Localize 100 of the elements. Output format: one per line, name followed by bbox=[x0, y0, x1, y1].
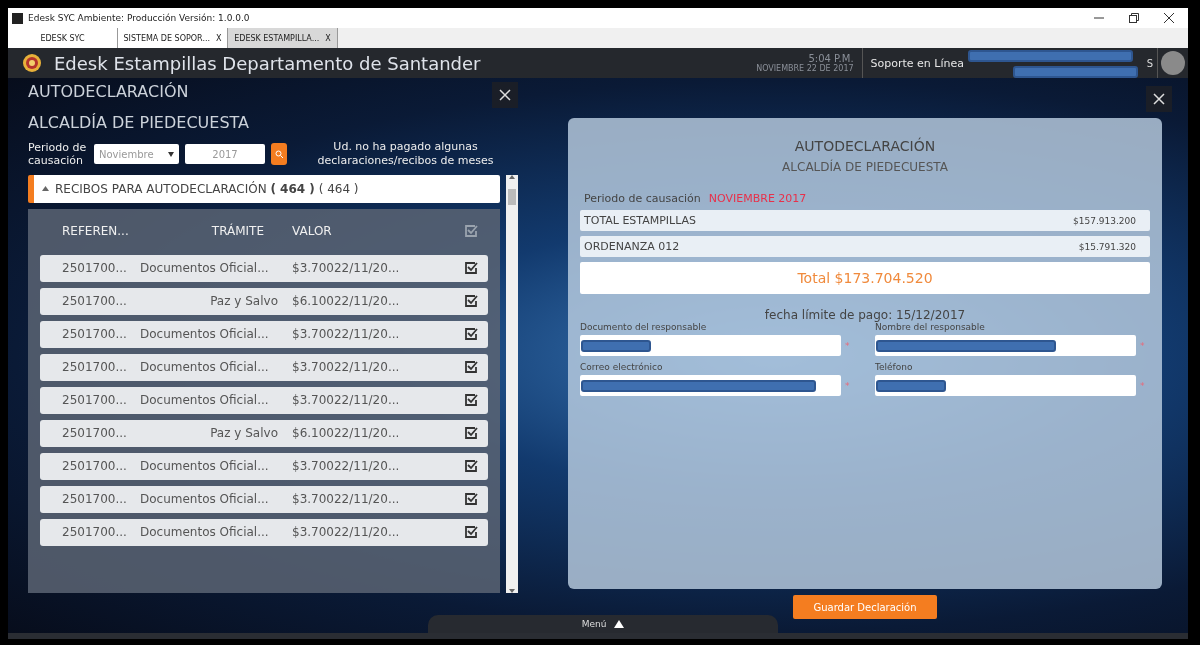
checked-checkbox-icon[interactable] bbox=[464, 459, 478, 474]
table-cell-text: 2501700... bbox=[62, 492, 128, 507]
receipt-row[interactable]: 2501700... Documentos Oficial... $3.70022/11/20... bbox=[40, 353, 488, 381]
table-cell-text: $3.70022/11/20... bbox=[292, 327, 401, 342]
field-label: Nombre del responsable bbox=[875, 322, 986, 332]
table-cell-text: $6.10022/11/20... bbox=[292, 294, 401, 309]
field-label: Documento del responsable bbox=[580, 322, 708, 332]
receipt-row[interactable]: 2501700... Paz y Salvo $6.10022/11/20... bbox=[40, 287, 488, 315]
table-cell-text: 2501700... bbox=[62, 393, 128, 408]
panel-subtitle: ALCALDÍA DE PIEDECUESTA bbox=[28, 113, 249, 132]
table-cell-text: 2501700... bbox=[62, 525, 128, 540]
search-button[interactable] bbox=[271, 143, 287, 166]
field-label: Teléfono bbox=[875, 362, 914, 372]
required-mark: * bbox=[1140, 380, 1146, 391]
menu-button[interactable]: Menú bbox=[428, 615, 778, 633]
period-label: Periodo de causación bbox=[584, 192, 701, 205]
scroll-down-icon[interactable] bbox=[509, 589, 515, 593]
close-button[interactable] bbox=[492, 82, 518, 108]
receipt-row[interactable]: 2501700... Documentos Oficial... $3.70022/11/20... bbox=[40, 518, 488, 546]
table-cell-text: Documentos Oficial... bbox=[140, 327, 270, 342]
tab-close-button[interactable]: X bbox=[325, 33, 331, 43]
amount-value: $15.791.320 bbox=[1078, 241, 1136, 252]
avatar[interactable] bbox=[1161, 51, 1185, 75]
triangle-up-icon bbox=[614, 620, 625, 628]
scroll-up-icon[interactable] bbox=[509, 174, 515, 179]
table-cell-text: 2501700... bbox=[62, 426, 128, 441]
notice-text: Ud. no ha pagado algunas declaraciones/recibos de meses bbox=[316, 140, 495, 169]
close-icon bbox=[1164, 13, 1174, 23]
required-mark: * bbox=[845, 340, 851, 351]
scrollbar[interactable] bbox=[506, 174, 518, 593]
table-cell-text: 2501700... bbox=[62, 327, 128, 342]
table-cell-text: $3.70022/11/20... bbox=[292, 261, 401, 276]
table-cell-text: Documentos Oficial... bbox=[140, 525, 270, 540]
table-cell-text: $3.70022/11/20... bbox=[292, 459, 401, 474]
table-cell-text: $3.70022/11/20... bbox=[292, 492, 401, 507]
input-field[interactable] bbox=[875, 335, 1136, 356]
checked-checkbox-icon[interactable] bbox=[464, 492, 478, 507]
table-cell-text: Documentos Oficial... bbox=[140, 459, 270, 474]
app-title: Edesk Estampillas Departamento de Santander bbox=[54, 52, 482, 74]
receipt-row[interactable]: 2501700... Documentos Oficial... $3.70022/11/20... bbox=[40, 386, 488, 414]
checked-checkbox-icon[interactable] bbox=[464, 360, 478, 375]
clock-time: 5:04 P.M. bbox=[808, 53, 854, 64]
tab[interactable]: EDESK ESTAMPILLA... X bbox=[228, 28, 338, 48]
tab[interactable]: EDESK SYC bbox=[8, 28, 118, 48]
period-label: Periodo de causación bbox=[28, 141, 88, 168]
receipt-row[interactable]: 2501700... Documentos Oficial... $3.70022/11/20... bbox=[40, 485, 488, 513]
input-field[interactable] bbox=[580, 335, 841, 356]
amount-value: $157.913.200 bbox=[1073, 215, 1136, 226]
amount-label: ORDENANZA 012 bbox=[584, 240, 680, 253]
search-icon bbox=[275, 150, 283, 159]
required-mark: * bbox=[845, 380, 851, 391]
checked-checkbox-icon[interactable] bbox=[464, 261, 478, 276]
column-header: VALOR bbox=[292, 223, 333, 238]
checked-checkbox-icon[interactable] bbox=[464, 525, 478, 540]
required-mark: * bbox=[1140, 340, 1146, 351]
scroll-thumb[interactable] bbox=[508, 188, 516, 205]
table-cell-text: Paz y Salvo bbox=[209, 294, 279, 309]
total-amount: Total $173.704.520 bbox=[580, 262, 1150, 294]
receipt-row[interactable]: 2501700... Paz y Salvo $6.10022/11/20... bbox=[40, 419, 488, 447]
clock-date: NOVIEMBRE 22 DE 2017 bbox=[756, 64, 854, 73]
table-cell-text: Documentos Oficial... bbox=[140, 360, 270, 375]
table-cell-text: $3.70022/11/20... bbox=[292, 360, 401, 375]
column-header: REFEREN... bbox=[62, 223, 130, 238]
table-cell-text: Paz y Salvo bbox=[209, 426, 279, 441]
checked-checkbox-icon[interactable] bbox=[464, 327, 478, 342]
table-cell-text: 2501700... bbox=[62, 360, 128, 375]
window-title: Edesk SYC Ambiente: Producción Versión: 1.0.0.0 bbox=[28, 13, 251, 23]
redaction-bar bbox=[876, 379, 946, 392]
input-field[interactable] bbox=[580, 375, 841, 396]
checked-checkbox-icon[interactable] bbox=[464, 393, 478, 408]
tab-close-button[interactable]: X bbox=[216, 33, 222, 43]
checked-checkbox-icon[interactable] bbox=[464, 294, 478, 309]
receipt-row[interactable]: 2501700... Documentos Oficial... $3.70022/11/20... bbox=[40, 254, 488, 282]
table-cell-text: $3.70022/11/20... bbox=[292, 525, 401, 540]
table-cell-text: $6.10022/11/20... bbox=[292, 426, 401, 441]
table-cell-text: Documentos Oficial... bbox=[140, 393, 270, 408]
table-cell-text: 2501700... bbox=[62, 294, 128, 309]
receipt-row[interactable]: 2501700... Documentos Oficial... $3.70022/11/20... bbox=[40, 452, 488, 480]
checked-checkbox-icon[interactable] bbox=[464, 426, 478, 441]
close-icon bbox=[1153, 92, 1165, 105]
dropdown-icon bbox=[168, 151, 174, 157]
support-link[interactable]: Soporte en Línea bbox=[862, 56, 968, 70]
checkbox-icon[interactable] bbox=[464, 223, 478, 238]
amount-label: TOTAL ESTAMPILLAS bbox=[584, 214, 697, 227]
receipt-row[interactable]: 2501700... Documentos Oficial... $3.70022/11/20... bbox=[40, 320, 488, 348]
redaction-bar bbox=[581, 339, 651, 352]
user-initial: S bbox=[1146, 57, 1153, 69]
section-header[interactable]: RECIBOS PARA AUTODECLARACIÓN ( 464 ) ( 464 ) bbox=[28, 174, 500, 203]
close-button[interactable] bbox=[1146, 86, 1172, 112]
close-icon bbox=[499, 89, 511, 101]
table-cell-text: Documentos Oficial... bbox=[140, 261, 270, 276]
column-header: TRÁMITE bbox=[210, 223, 265, 238]
table-cell-text: Documentos Oficial... bbox=[140, 492, 270, 507]
card-title: AUTODECLARACIÓN bbox=[793, 138, 937, 154]
restore-icon bbox=[1129, 13, 1139, 23]
tab[interactable]: SISTEMA DE SOPOR... X bbox=[118, 28, 228, 48]
panel-title: AUTODECLARACIÓN bbox=[28, 82, 189, 101]
input-field[interactable] bbox=[875, 375, 1136, 396]
field-label: Correo electrónico bbox=[580, 362, 664, 372]
table-cell-text: 2501700... bbox=[62, 459, 128, 474]
